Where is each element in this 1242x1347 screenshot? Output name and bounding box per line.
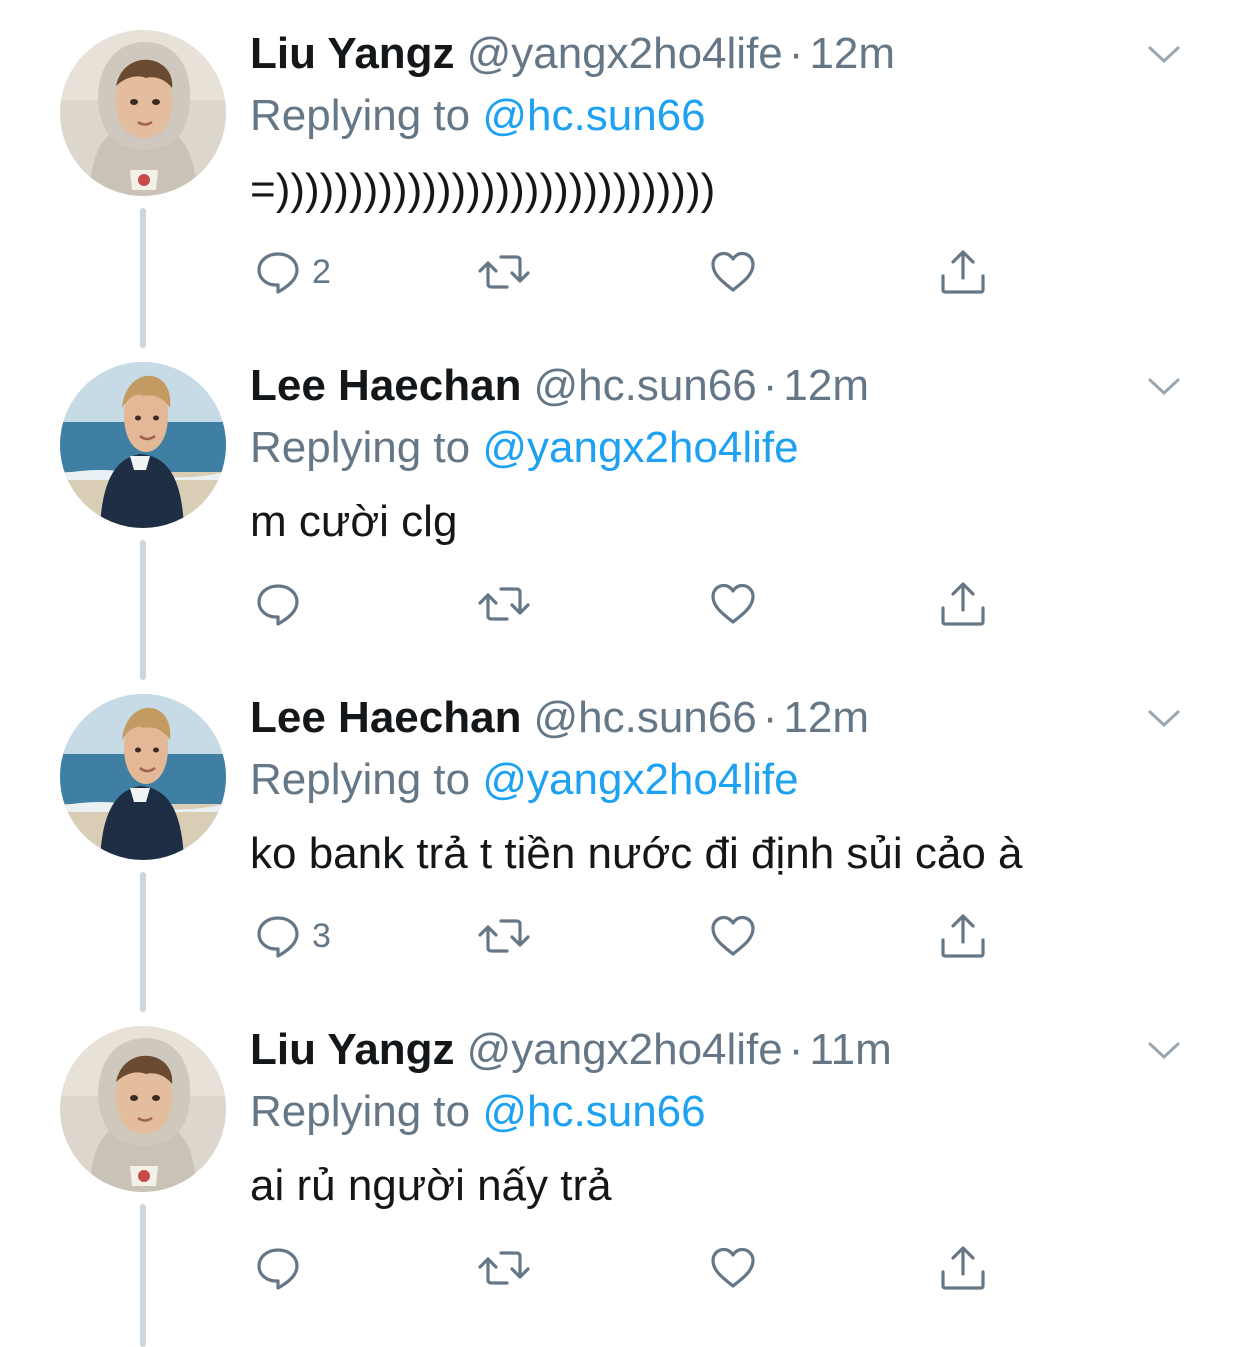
retweet-icon bbox=[478, 1251, 530, 1285]
reply-button[interactable] bbox=[254, 572, 312, 636]
like-button[interactable] bbox=[708, 904, 758, 968]
tweet-4[interactable]: Liu Yangz @yangx2ho4life · 11m Replying to … bbox=[0, 996, 1242, 1347]
separator-dot: · bbox=[762, 693, 778, 742]
share-button[interactable] bbox=[938, 572, 988, 636]
replying-prefix: Replying to bbox=[250, 1087, 471, 1136]
share-icon bbox=[941, 582, 985, 626]
chevron-down-icon[interactable] bbox=[1144, 34, 1184, 74]
separator-dot: · bbox=[762, 361, 778, 410]
tweet-text: ko bank trả t tiền nước đi định sủi cảo … bbox=[250, 829, 1023, 878]
thread-line bbox=[140, 872, 146, 1012]
retweet-button[interactable] bbox=[476, 904, 532, 968]
retweet-button[interactable] bbox=[476, 572, 532, 636]
thread-line bbox=[140, 208, 146, 348]
tweet-3[interactable]: Lee Haechan @hc.sun66 · 12m Replying to @ya… bbox=[0, 664, 1242, 1012]
replying-prefix: Replying to bbox=[250, 423, 471, 472]
heart-icon bbox=[711, 915, 755, 956]
thread-line bbox=[140, 540, 146, 680]
replying-to: Replying to @hc.sun66 bbox=[250, 88, 706, 144]
mention-link[interactable]: @yangx2ho4life bbox=[482, 423, 798, 472]
share-button[interactable] bbox=[938, 1236, 988, 1300]
tweet-2[interactable]: Lee Haechan @hc.sun66 · 12m Replying to @ya… bbox=[0, 332, 1242, 680]
tweet-actions bbox=[250, 572, 1010, 636]
thread-line bbox=[140, 1204, 146, 1347]
share-icon bbox=[941, 1246, 985, 1290]
display-name[interactable]: Liu Yangz bbox=[250, 29, 455, 78]
tweet-header: Liu Yangz @yangx2ho4life · 11m bbox=[250, 1022, 892, 1078]
share-button[interactable] bbox=[938, 240, 988, 304]
user-handle[interactable]: @hc.sun66 bbox=[533, 693, 756, 742]
tweet-header: Lee Haechan @hc.sun66 · 12m bbox=[250, 358, 869, 414]
like-button[interactable] bbox=[708, 572, 758, 636]
tweet-actions bbox=[250, 1236, 1010, 1300]
timestamp[interactable]: 12m bbox=[783, 693, 869, 742]
user-handle[interactable]: @yangx2ho4life bbox=[467, 29, 783, 78]
retweet-icon bbox=[478, 919, 530, 953]
tweet-actions: 2 bbox=[250, 240, 1010, 304]
display-name[interactable]: Liu Yangz bbox=[250, 1025, 455, 1074]
retweet-button[interactable] bbox=[476, 240, 532, 304]
avatar[interactable] bbox=[60, 30, 226, 196]
share-icon bbox=[941, 250, 985, 294]
avatar[interactable] bbox=[60, 362, 226, 528]
chevron-down-icon[interactable] bbox=[1144, 698, 1184, 738]
separator-dot: · bbox=[788, 29, 804, 78]
tweet-text: ai rủ người nấy trả bbox=[250, 1161, 612, 1210]
replying-to: Replying to @yangx2ho4life bbox=[250, 420, 799, 476]
reply-button[interactable]: 2 bbox=[254, 240, 331, 304]
reply-count: 3 bbox=[312, 917, 331, 955]
reply-bubble-icon bbox=[257, 584, 299, 626]
user-handle[interactable]: @yangx2ho4life bbox=[467, 1025, 783, 1074]
share-button[interactable] bbox=[938, 904, 988, 968]
avatar[interactable] bbox=[60, 1026, 226, 1192]
timestamp[interactable]: 12m bbox=[783, 361, 869, 410]
replying-to: Replying to @hc.sun66 bbox=[250, 1084, 706, 1140]
timestamp[interactable]: 11m bbox=[809, 1025, 891, 1074]
chevron-down-icon[interactable] bbox=[1144, 366, 1184, 406]
tweet-header: Lee Haechan @hc.sun66 · 12m bbox=[250, 690, 869, 746]
heart-icon bbox=[711, 251, 755, 292]
tweet-1[interactable]: Liu Yangz @yangx2ho4life · 12m Replying to … bbox=[0, 0, 1242, 348]
tweet-text: =)))))))))))))))))))))))))))))) bbox=[250, 165, 716, 214]
replying-prefix: Replying to bbox=[250, 91, 471, 140]
tweet-header: Liu Yangz @yangx2ho4life · 12m bbox=[250, 26, 895, 82]
reply-count: 2 bbox=[312, 253, 331, 291]
like-button[interactable] bbox=[708, 240, 758, 304]
user-handle[interactable]: @hc.sun66 bbox=[533, 361, 756, 410]
display-name[interactable]: Lee Haechan bbox=[250, 361, 521, 410]
tweet-actions: 3 bbox=[250, 904, 1010, 968]
conversation-thread: Liu Yangz @yangx2ho4life · 12m Replying to … bbox=[0, 0, 1242, 1347]
heart-icon bbox=[711, 583, 755, 624]
separator-dot: · bbox=[788, 1025, 804, 1074]
tweet-text: m cười clg bbox=[250, 497, 458, 546]
reply-button[interactable] bbox=[254, 1236, 312, 1300]
reply-bubble-icon bbox=[257, 916, 299, 958]
like-button[interactable] bbox=[708, 1236, 758, 1300]
mention-link[interactable]: @hc.sun66 bbox=[482, 1087, 705, 1136]
share-icon bbox=[941, 914, 985, 958]
chevron-down-icon[interactable] bbox=[1144, 1030, 1184, 1070]
display-name[interactable]: Lee Haechan bbox=[250, 693, 521, 742]
retweet-icon bbox=[478, 255, 530, 289]
reply-bubble-icon bbox=[257, 1248, 299, 1290]
hoodie-portrait-image bbox=[60, 1026, 226, 1192]
reply-button[interactable]: 3 bbox=[254, 904, 331, 968]
replying-to: Replying to @yangx2ho4life bbox=[250, 752, 799, 808]
retweet-icon bbox=[478, 587, 530, 621]
mention-link[interactable]: @hc.sun66 bbox=[482, 91, 705, 140]
hoodie-portrait-image bbox=[60, 30, 226, 196]
beach-portrait-image bbox=[60, 694, 226, 860]
mention-link[interactable]: @yangx2ho4life bbox=[482, 755, 798, 804]
beach-portrait-image bbox=[60, 362, 226, 528]
avatar[interactable] bbox=[60, 694, 226, 860]
reply-bubble-icon bbox=[257, 252, 299, 294]
retweet-button[interactable] bbox=[476, 1236, 532, 1300]
heart-icon bbox=[711, 1247, 755, 1288]
replying-prefix: Replying to bbox=[250, 755, 471, 804]
timestamp[interactable]: 12m bbox=[809, 29, 895, 78]
